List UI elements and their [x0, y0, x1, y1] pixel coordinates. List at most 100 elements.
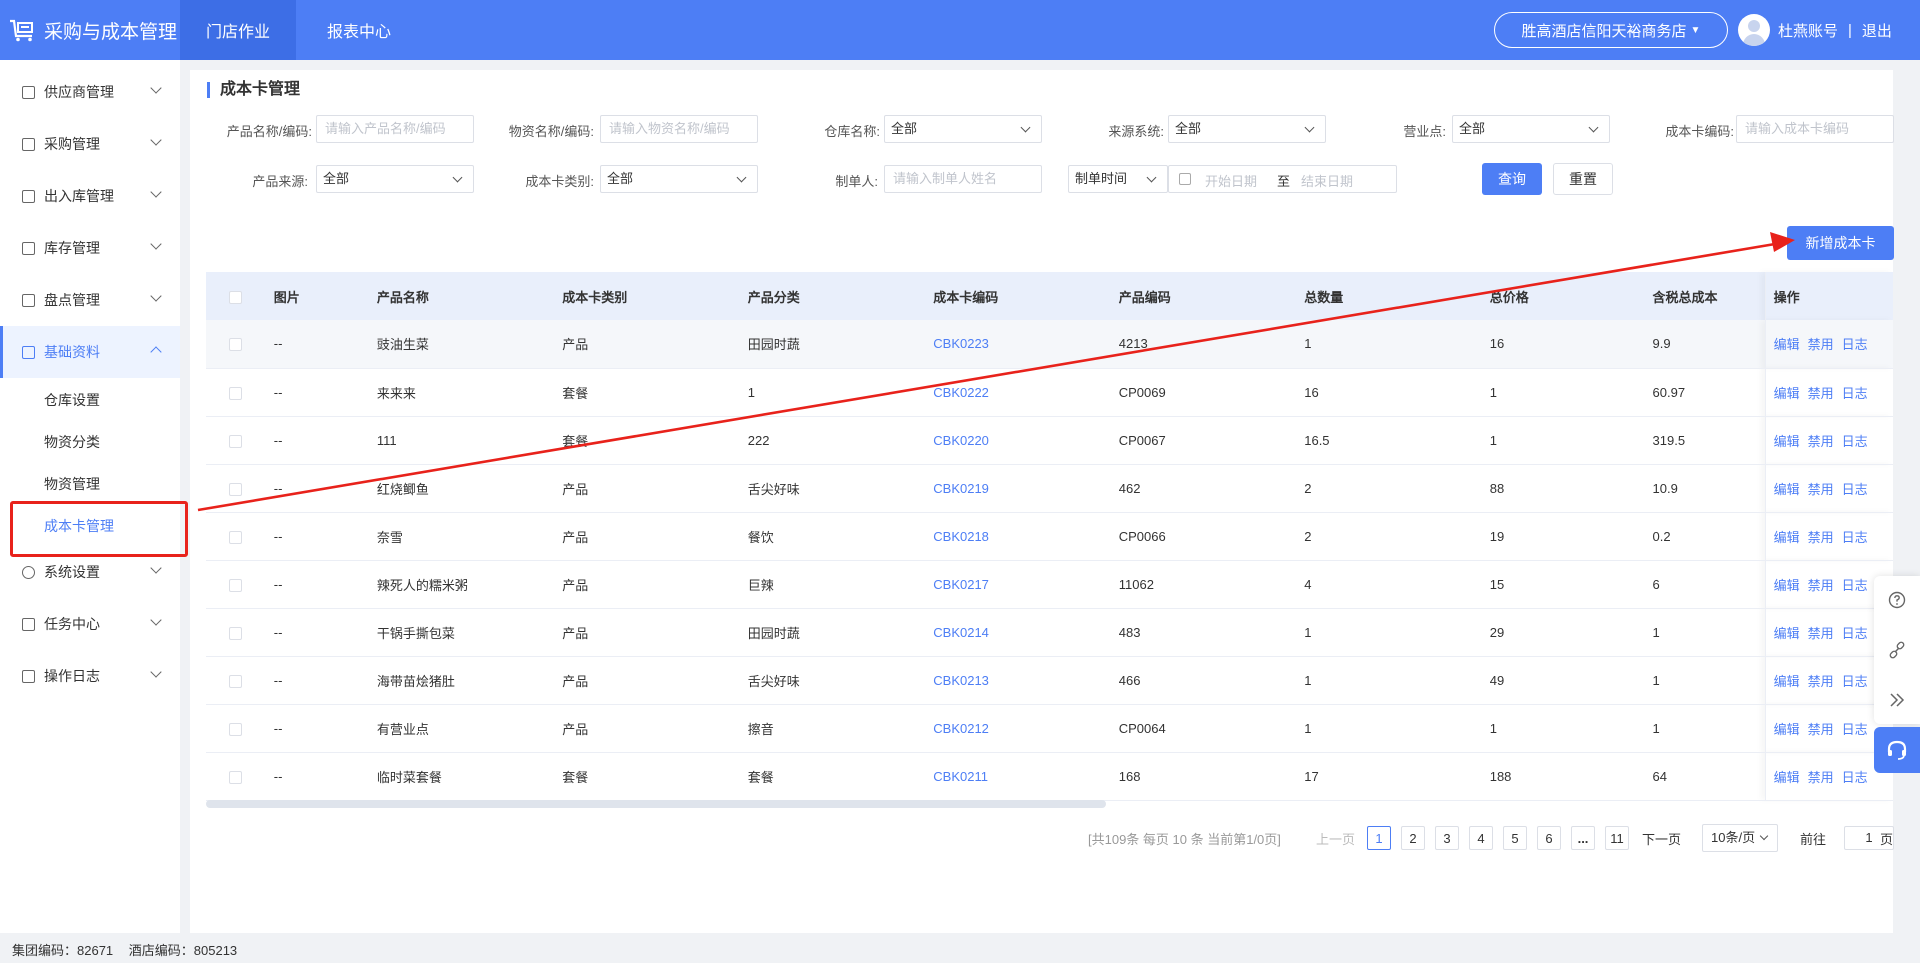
product-name-input[interactable]: 请输入产品名称/编码	[316, 115, 474, 143]
row-checkbox[interactable]	[229, 386, 243, 400]
cell-card-code[interactable]: CBK0217	[925, 560, 1111, 609]
help-icon[interactable]	[1874, 576, 1920, 624]
horizontal-scrollbar[interactable]	[206, 800, 1106, 808]
source-system-select[interactable]: 全部	[1168, 115, 1326, 143]
table-row[interactable]: -- 辣死人的糯米粥 产品 巨辣 CBK0217 11062 4 15 6 编辑 禁用 日志	[206, 560, 1893, 609]
log-link[interactable]: 日志	[1842, 434, 1868, 449]
edit-link[interactable]: 编辑	[1774, 770, 1800, 785]
sidebar-item-basic-data[interactable]: 基础资料	[0, 326, 180, 378]
edit-link[interactable]: 编辑	[1774, 434, 1800, 449]
logout-link[interactable]: 退出	[1862, 20, 1892, 41]
edit-link[interactable]: 编辑	[1774, 578, 1800, 593]
log-link[interactable]: 日志	[1842, 386, 1868, 401]
disable-link[interactable]: 禁用	[1808, 770, 1834, 785]
table-row[interactable]: -- 来来来 套餐 1 CBK0222 CP0069 16 1 60.97 编辑 禁用 日志	[206, 368, 1893, 417]
page-ellipsis[interactable]: ...	[1571, 826, 1595, 850]
table-row[interactable]: -- 红烧鲫鱼 产品 舌尖好味 CBK0219 462 2 88 10.9 编辑 禁用 日志	[206, 464, 1893, 513]
log-link[interactable]: 日志	[1842, 578, 1868, 593]
tab-store-ops[interactable]: 门店作业	[180, 0, 296, 60]
warehouse-select[interactable]: 全部	[884, 115, 1042, 143]
table-row[interactable]: -- 干锅手撕包菜 产品 田园时蔬 CBK0214 483 1 29 1 编辑 禁用 日志	[206, 608, 1893, 657]
log-link[interactable]: 日志	[1842, 770, 1868, 785]
sidebar-subitem-material-category[interactable]: 物资分类	[44, 432, 100, 452]
sidebar-item-stocktake[interactable]: 盘点管理	[0, 274, 180, 326]
log-link[interactable]: 日志	[1842, 337, 1868, 352]
date-range-picker[interactable]: 开始日期 至 结束日期	[1168, 165, 1397, 193]
page-2-button[interactable]: 2	[1401, 826, 1425, 850]
edit-link[interactable]: 编辑	[1774, 722, 1800, 737]
page-size-select[interactable]: 10条/页	[1702, 824, 1778, 852]
page-5-button[interactable]: 5	[1503, 826, 1527, 850]
log-link[interactable]: 日志	[1842, 626, 1868, 641]
page-6-button[interactable]: 6	[1537, 826, 1561, 850]
disable-link[interactable]: 禁用	[1808, 434, 1834, 449]
sidebar-item-supplier[interactable]: 供应商管理	[0, 66, 180, 118]
link-icon[interactable]	[1874, 626, 1920, 674]
page-11-button[interactable]: 11	[1605, 826, 1629, 850]
edit-link[interactable]: 编辑	[1774, 337, 1800, 352]
material-name-input[interactable]: 请输入物资名称/编码	[600, 115, 758, 143]
row-checkbox[interactable]	[229, 770, 243, 784]
query-button[interactable]: 查询	[1482, 163, 1542, 195]
card-code-input[interactable]: 请输入成本卡编码	[1736, 115, 1894, 143]
page-3-button[interactable]: 3	[1435, 826, 1459, 850]
sidebar-subitem-material[interactable]: 物资管理	[44, 474, 100, 494]
row-checkbox[interactable]	[229, 530, 243, 544]
log-link[interactable]: 日志	[1842, 674, 1868, 689]
disable-link[interactable]: 禁用	[1808, 482, 1834, 497]
table-row[interactable]: -- 奈雪 产品 餐饮 CBK0218 CP0066 2 19 0.2 编辑 禁用 日志	[206, 512, 1893, 561]
sidebar-subitem-warehouse[interactable]: 仓库设置	[44, 390, 100, 410]
cell-card-code[interactable]: CBK0214	[925, 608, 1111, 657]
row-checkbox[interactable]	[229, 626, 243, 640]
business-point-select[interactable]: 全部	[1452, 115, 1610, 143]
row-checkbox[interactable]	[229, 482, 243, 496]
add-cost-card-button[interactable]: 新增成本卡	[1787, 226, 1894, 260]
row-checkbox[interactable]	[229, 434, 243, 448]
cell-card-code[interactable]: CBK0222	[925, 368, 1111, 417]
product-source-select[interactable]: 全部	[316, 165, 474, 193]
disable-link[interactable]: 禁用	[1808, 337, 1834, 352]
disable-link[interactable]: 禁用	[1808, 530, 1834, 545]
user-name[interactable]: 杜燕账号	[1778, 20, 1838, 41]
sidebar-item-inventory[interactable]: 库存管理	[0, 222, 180, 274]
avatar[interactable]	[1738, 14, 1770, 46]
edit-link[interactable]: 编辑	[1774, 626, 1800, 641]
row-checkbox[interactable]	[229, 722, 243, 736]
row-checkbox[interactable]	[229, 578, 243, 592]
table-row[interactable]: -- 111 套餐 222 CBK0220 CP0067 16.5 1 319.5 编辑 禁用 日志	[206, 416, 1893, 465]
disable-link[interactable]: 禁用	[1808, 386, 1834, 401]
reset-button[interactable]: 重置	[1553, 163, 1613, 195]
log-link[interactable]: 日志	[1842, 530, 1868, 545]
edit-link[interactable]: 编辑	[1774, 674, 1800, 689]
next-page-button[interactable]: 下一页	[1642, 829, 1681, 848]
select-all-checkbox[interactable]	[229, 290, 243, 304]
log-link[interactable]: 日志	[1842, 482, 1868, 497]
collapse-icon[interactable]	[1874, 676, 1920, 724]
disable-link[interactable]: 禁用	[1808, 722, 1834, 737]
disable-link[interactable]: 禁用	[1808, 674, 1834, 689]
app-brand[interactable]: 采购与成本管理	[8, 0, 177, 60]
cell-card-code[interactable]: CBK0220	[925, 416, 1111, 465]
cell-card-code[interactable]: CBK0213	[925, 656, 1111, 705]
prev-page-button[interactable]: 上一页	[1316, 829, 1355, 848]
cell-card-code[interactable]: CBK0223	[925, 320, 1111, 369]
sidebar-item-task-center[interactable]: 任务中心	[0, 598, 180, 650]
table-row[interactable]: -- 有营业点 产品 擦音 CBK0212 CP0064 1 1 1 编辑 禁用 日志	[206, 704, 1893, 753]
cell-card-code[interactable]: CBK0211	[925, 752, 1111, 801]
row-checkbox[interactable]	[229, 338, 243, 352]
page-4-button[interactable]: 4	[1469, 826, 1493, 850]
table-row[interactable]: -- 海带苗烩猪肚 产品 舌尖好味 CBK0213 466 1 49 1 编辑 禁用 日志	[206, 656, 1893, 705]
disable-link[interactable]: 禁用	[1808, 578, 1834, 593]
cell-card-code[interactable]: CBK0212	[925, 704, 1111, 753]
edit-link[interactable]: 编辑	[1774, 482, 1800, 497]
log-link[interactable]: 日志	[1842, 722, 1868, 737]
card-type-select[interactable]: 全部	[600, 165, 758, 193]
page-1-button[interactable]: 1	[1367, 826, 1391, 850]
date-type-select[interactable]: 制单时间	[1068, 165, 1168, 193]
cell-card-code[interactable]: CBK0219	[925, 464, 1111, 513]
row-checkbox[interactable]	[229, 674, 243, 688]
table-row[interactable]: -- 临时菜套餐 套餐 套餐 CBK0211 168 17 188 64 编辑 禁用 日志	[206, 752, 1893, 801]
edit-link[interactable]: 编辑	[1774, 530, 1800, 545]
table-row[interactable]: -- 豉油生菜 产品 田园时蔬 CBK0223 4213 1 16 9.9 编辑 禁用 日志	[206, 320, 1893, 369]
edit-link[interactable]: 编辑	[1774, 386, 1800, 401]
